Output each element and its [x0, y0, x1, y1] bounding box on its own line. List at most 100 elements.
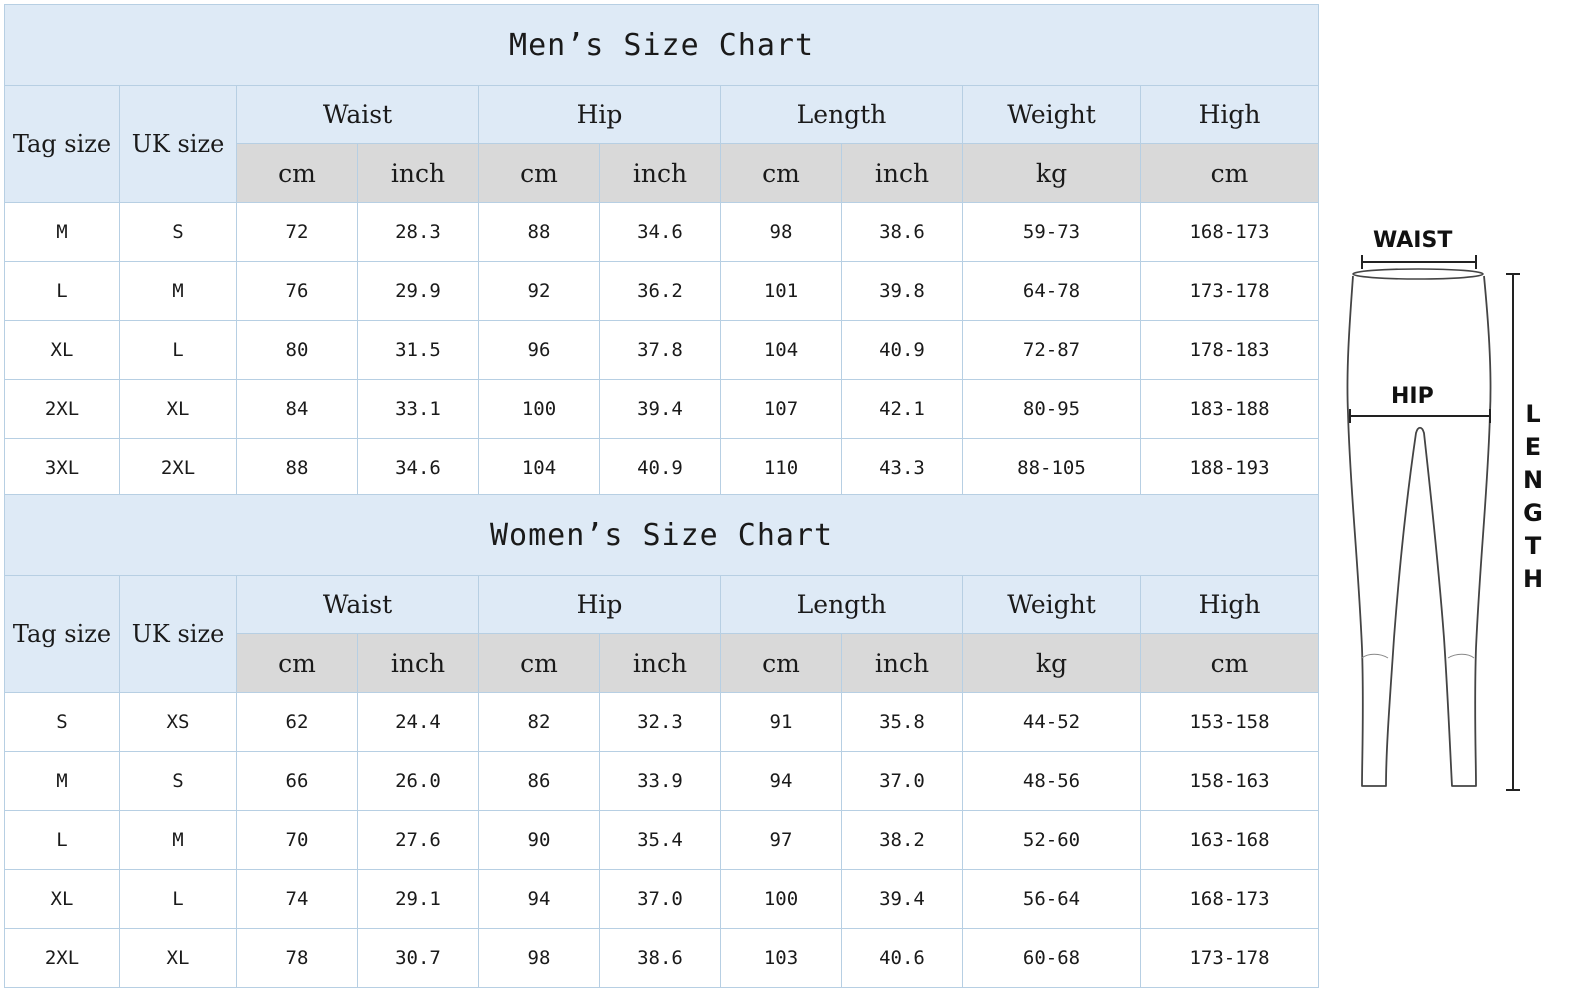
table-cell: 88: [236, 438, 358, 499]
table-cell: 34.6: [357, 438, 479, 499]
table-cell: 173-178: [1139, 261, 1320, 321]
tag-size-header: Tag size: [4, 575, 120, 693]
table-cell: 80-95: [962, 379, 1141, 439]
table-cell: 168-173: [1139, 202, 1320, 262]
table-row: S XS 62 24.4 82 32.3 91 35.8 44-52 153-1…: [4, 692, 1320, 752]
table-cell: 37.0: [599, 869, 721, 929]
table-cell: 56-64: [962, 869, 1141, 929]
table-cell: 96: [478, 320, 600, 380]
length-header: Length: [720, 575, 963, 634]
table-cell: 64-78: [962, 261, 1141, 321]
high-header: High: [1139, 575, 1320, 634]
table-cell: 35.8: [841, 692, 963, 752]
table-cell: 78: [236, 928, 358, 988]
table-cell: 3XL: [4, 438, 120, 499]
table-cell: 39.4: [841, 869, 963, 929]
table-row: L M 76 29.9 92 36.2 101 39.8 64-78 173-1…: [4, 261, 1320, 321]
waist-header: Waist: [236, 575, 479, 634]
table-cell: 91: [720, 692, 842, 752]
table-cell: 26.0: [357, 751, 479, 811]
table-cell: M: [119, 810, 237, 870]
table-cell: XL: [4, 869, 120, 929]
table-cell: 92: [478, 261, 600, 321]
table-cell: 2XL: [4, 379, 120, 439]
table-cell: 163-168: [1139, 810, 1320, 870]
table-cell: M: [119, 261, 237, 321]
hip-label: HIP: [1391, 384, 1434, 409]
table-cell: 31.5: [357, 320, 479, 380]
table-cell: 107: [720, 379, 842, 439]
table-row: M S 66 26.0 86 33.9 94 37.0 48-56 158-16…: [4, 751, 1320, 811]
table-cell: 168-173: [1139, 869, 1320, 929]
table-cell: 110: [720, 438, 842, 499]
table-cell: 43.3: [841, 438, 963, 499]
table-row: M S 72 28.3 88 34.6 98 38.6 59-73 168-17…: [4, 202, 1320, 262]
leggings-measurement-diagram: WAIST HIP LENGTH: [1328, 228, 1568, 808]
table-cell: 30.7: [357, 928, 479, 988]
table-cell: 29.9: [357, 261, 479, 321]
table-cell: 94: [720, 751, 842, 811]
table-cell: L: [4, 810, 120, 870]
table-cell: 35.4: [599, 810, 721, 870]
table-cell: 72-87: [962, 320, 1141, 380]
waist-header: Waist: [236, 85, 479, 144]
table-cell: 153-158: [1139, 692, 1320, 752]
unit-header: cm: [478, 633, 600, 693]
table-cell: 39.4: [599, 379, 721, 439]
length-label: LENGTH: [1522, 400, 1544, 593]
unit-header: inch: [357, 633, 479, 693]
unit-header: cm: [478, 143, 600, 203]
table-cell: 74: [236, 869, 358, 929]
table-cell: XL: [4, 320, 120, 380]
unit-header: cm: [720, 143, 842, 203]
table-cell: 103: [720, 928, 842, 988]
table-row: 2XL XL 84 33.1 100 39.4 107 42.1 80-95 1…: [4, 379, 1320, 439]
table-cell: M: [4, 751, 120, 811]
table-row: L M 70 27.6 90 35.4 97 38.2 52-60 163-16…: [4, 810, 1320, 870]
table-cell: 98: [478, 928, 600, 988]
table-cell: 36.2: [599, 261, 721, 321]
waist-measure-line: [1361, 255, 1477, 269]
table-cell: 66: [236, 751, 358, 811]
table-cell: 72: [236, 202, 358, 262]
table-cell: M: [4, 202, 120, 262]
tag-size-header: Tag size: [4, 85, 120, 203]
table-cell: 158-163: [1139, 751, 1320, 811]
table-cell: 42.1: [841, 379, 963, 439]
unit-header: inch: [357, 143, 479, 203]
table-cell: 101: [720, 261, 842, 321]
unit-header: cm: [1139, 633, 1320, 693]
table-row: 3XL 2XL 88 34.6 104 40.9 110 43.3 88-105…: [4, 438, 1320, 499]
table-cell: 29.1: [357, 869, 479, 929]
table-cell: 104: [478, 438, 600, 499]
table-row: XL L 80 31.5 96 37.8 104 40.9 72-87 178-…: [4, 320, 1320, 380]
table-cell: 38.6: [599, 928, 721, 988]
table-cell: 44-52: [962, 692, 1141, 752]
table-cell: S: [4, 692, 120, 752]
table-cell: 37.0: [841, 751, 963, 811]
weight-header: Weight: [962, 575, 1141, 634]
table-cell: 27.6: [357, 810, 479, 870]
table-cell: L: [119, 320, 237, 380]
table-cell: 178-183: [1139, 320, 1320, 380]
table-row: XL L 74 29.1 94 37.0 100 39.4 56-64 168-…: [4, 869, 1320, 929]
table-cell: 173-178: [1139, 928, 1320, 988]
table-cell: 37.8: [599, 320, 721, 380]
table-cell: S: [119, 202, 237, 262]
table-cell: 86: [478, 751, 600, 811]
hip-header: Hip: [478, 575, 721, 634]
unit-header: inch: [841, 633, 963, 693]
table-cell: 40.9: [841, 320, 963, 380]
table-cell: 100: [478, 379, 600, 439]
table-cell: 33.9: [599, 751, 721, 811]
length-measure-line: [1506, 273, 1520, 791]
table-cell: 2XL: [4, 928, 120, 988]
womens-size-chart: Women’s Size Chart Tag size UK size Wais…: [3, 494, 1320, 988]
mens-chart-title: Men’s Size Chart: [3, 4, 1320, 86]
table-cell: 32.3: [599, 692, 721, 752]
uk-size-header: UK size: [119, 575, 237, 693]
table-cell: XL: [119, 379, 237, 439]
waist-label: WAIST: [1373, 228, 1453, 253]
table-cell: 34.6: [599, 202, 721, 262]
table-cell: 33.1: [357, 379, 479, 439]
